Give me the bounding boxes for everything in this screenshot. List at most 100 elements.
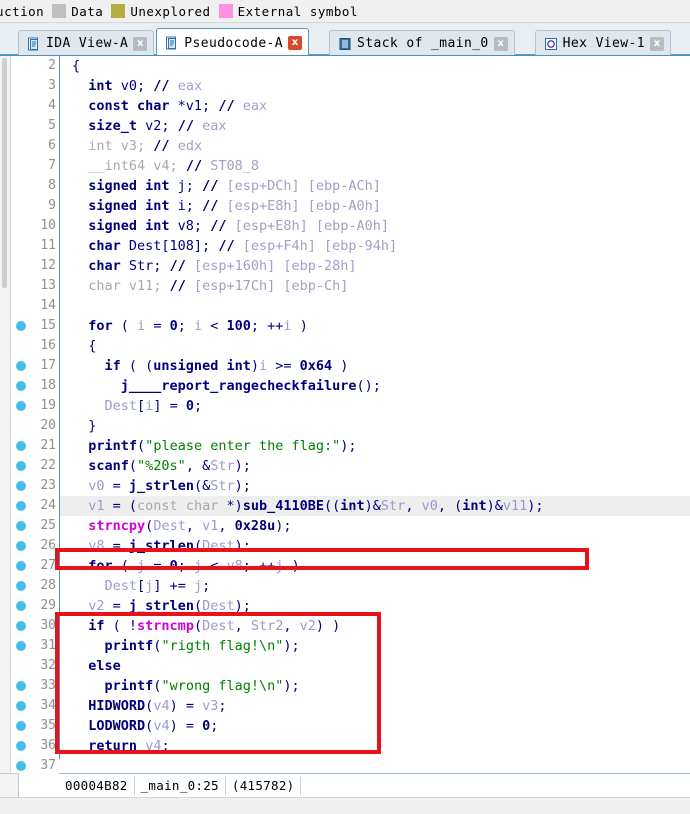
code-line[interactable]: __int64 v4; // ST08_8 [60, 156, 690, 176]
code-lines-container[interactable]: { int v0; // eax const char *v1; // eax … [60, 56, 690, 759]
code-line[interactable]: printf("please enter the flag:"); [60, 436, 690, 456]
breakpoint-dot-icon[interactable] [16, 461, 26, 471]
code-line[interactable]: if ( !strncmp(Dest, Str2, v2) ) [60, 616, 690, 636]
code-line[interactable]: v0 = j_strlen(&Str); [60, 476, 690, 496]
code-line[interactable]: char Dest[108]; // [esp+F4h] [ebp-94h] [60, 236, 690, 256]
code-token: 0x28u [234, 518, 276, 534]
close-icon[interactable]: x [133, 36, 148, 51]
code-token: scanf [88, 458, 129, 474]
breakpoint-dot-icon[interactable] [16, 601, 26, 611]
breakpoint-dot-icon[interactable] [16, 401, 26, 411]
code-line[interactable]: signed int j; // [esp+DCh] [ebp-ACh] [60, 176, 690, 196]
code-line[interactable]: const char *v1; // eax [60, 96, 690, 116]
code-line[interactable]: printf("wrong flag!\n"); [60, 676, 690, 696]
code-line[interactable]: char Str; // [esp+160h] [ebp-28h] [60, 256, 690, 276]
rail-thumb[interactable] [2, 58, 7, 288]
code-token: ; [161, 738, 170, 754]
code-line[interactable]: for ( i = 0; i < 100; ++i ) [60, 316, 690, 336]
code-line[interactable]: j____report_rangecheckfailure(); [60, 376, 690, 396]
code-token: j [193, 558, 203, 574]
code-line-text: char Str; // [esp+160h] [ebp-28h] [60, 258, 357, 274]
code-line[interactable]: { [60, 56, 690, 76]
code-line[interactable]: int v0; // eax [60, 76, 690, 96]
code-line[interactable]: signed int i; // [esp+E8h] [ebp-A0h] [60, 196, 690, 216]
code-line-text: char v11; // [esp+17Ch] [ebp-Ch] [60, 278, 348, 294]
status-blank [301, 777, 339, 795]
code-line[interactable]: size_t v2; // eax [60, 116, 690, 136]
breakpoint-dot-icon[interactable] [16, 321, 26, 331]
code-token: v8 [88, 538, 105, 554]
code-token: // [202, 178, 219, 194]
code-token: ( [112, 318, 138, 334]
code-token: Str2 [250, 618, 284, 634]
breakpoint-dot-icon[interactable] [16, 741, 26, 751]
tab-pseudocode-a[interactable]: Pseudocode-A x [156, 28, 310, 55]
code-line[interactable]: Dest[j] += j; [60, 576, 690, 596]
tab-bar[interactable]: IDA View-A x Pseudocode-A x Stack of _ma… [0, 23, 690, 56]
code-token: for [88, 558, 113, 574]
breakpoint-dot-icon[interactable] [16, 381, 26, 391]
breakpoint-dot-icon[interactable] [16, 561, 26, 571]
breakpoint-dot-icon[interactable] [16, 761, 26, 771]
code-line[interactable]: signed int v8; // [esp+E8h] [ebp-A0h] [60, 216, 690, 236]
breakpoint-dot-icon[interactable] [16, 521, 26, 531]
tab-ida-view-a[interactable]: IDA View-A x [18, 30, 155, 55]
breakpoint-dot-icon[interactable] [16, 441, 26, 451]
breakpoint-dot-icon[interactable] [16, 581, 26, 591]
line-number: 32 [40, 658, 56, 673]
code-token: [esp+17Ch] [ebp-Ch] [185, 278, 349, 294]
code-line[interactable]: { [60, 336, 690, 356]
code-token: v3; [112, 138, 154, 154]
code-line[interactable]: for ( j = 0; j < v8; ++j ) [60, 556, 690, 576]
code-line[interactable]: v8 = j_strlen(Dest); [60, 536, 690, 556]
code-line[interactable]: return v4; [60, 736, 690, 756]
code-line[interactable]: } [60, 756, 690, 759]
tab-hex-view-1[interactable]: Hex View-1 x [534, 30, 671, 55]
close-icon[interactable]: x [288, 36, 303, 50]
code-token: edx [169, 138, 203, 154]
code-line[interactable]: LODWORD(v4) = 0; [60, 716, 690, 736]
code-line[interactable]: strncpy(Dest, v1, 0x28u); [60, 516, 690, 536]
breakpoint-dot-icon[interactable] [16, 641, 26, 651]
code-line[interactable]: int v3; // edx [60, 136, 690, 156]
breakpoint-dot-icon[interactable] [16, 541, 26, 551]
tab-label-pseudocode-a: Pseudocode-A [184, 35, 284, 51]
code-line[interactable]: HIDWORD(v4) = v3; [60, 696, 690, 716]
code-line[interactable]: scanf("%20s", &Str); [60, 456, 690, 476]
code-line[interactable]: } [60, 416, 690, 436]
code-line[interactable]: char v11; // [esp+17Ch] [ebp-Ch] [60, 276, 690, 296]
breakpoint-dot-icon[interactable] [16, 701, 26, 711]
tab-label-hex-view-1: Hex View-1 [562, 36, 645, 51]
code-token: j_strlen [128, 538, 194, 554]
breakpoint-dot-icon[interactable] [16, 721, 26, 731]
tab-stack-of-main[interactable]: Stack of _main_0 x [329, 30, 515, 55]
close-icon[interactable]: x [649, 36, 664, 51]
breakpoint-dot-icon[interactable] [16, 681, 26, 691]
graph-overview-rail[interactable] [0, 56, 11, 814]
breakpoint-dot-icon[interactable] [16, 361, 26, 371]
code-token: 0x64 [299, 358, 333, 374]
breakpoint-dot-icon[interactable] [16, 481, 26, 491]
code-line[interactable]: v1 = (const char *)sub_4110BE((int)&Str,… [60, 496, 690, 516]
code-line[interactable]: v2 = j_strlen(Dest); [60, 596, 690, 616]
code-token: // [218, 238, 235, 254]
breakpoint-dot-icon[interactable] [16, 621, 26, 631]
code-token: 100 [226, 318, 251, 334]
code-line[interactable]: printf("rigth flag!\n"); [60, 636, 690, 656]
code-token: [esp+160h] [ebp-28h] [185, 258, 357, 274]
code-token: , [405, 498, 422, 514]
code-line-text: int v3; // edx [60, 138, 202, 154]
close-icon[interactable]: x [493, 36, 508, 51]
breakpoint-dot-icon[interactable] [16, 501, 26, 511]
code-token: )& [364, 498, 381, 514]
code-line[interactable]: else [60, 656, 690, 676]
code-line[interactable] [60, 296, 690, 316]
code-line[interactable]: if ( (unsigned int)i >= 0x64 ) [60, 356, 690, 376]
pseudocode-editor[interactable]: { int v0; // eax const char *v1; // eax … [0, 56, 690, 814]
line-number: 12 [40, 258, 56, 273]
code-line[interactable]: Dest[i] = 0; [60, 396, 690, 416]
